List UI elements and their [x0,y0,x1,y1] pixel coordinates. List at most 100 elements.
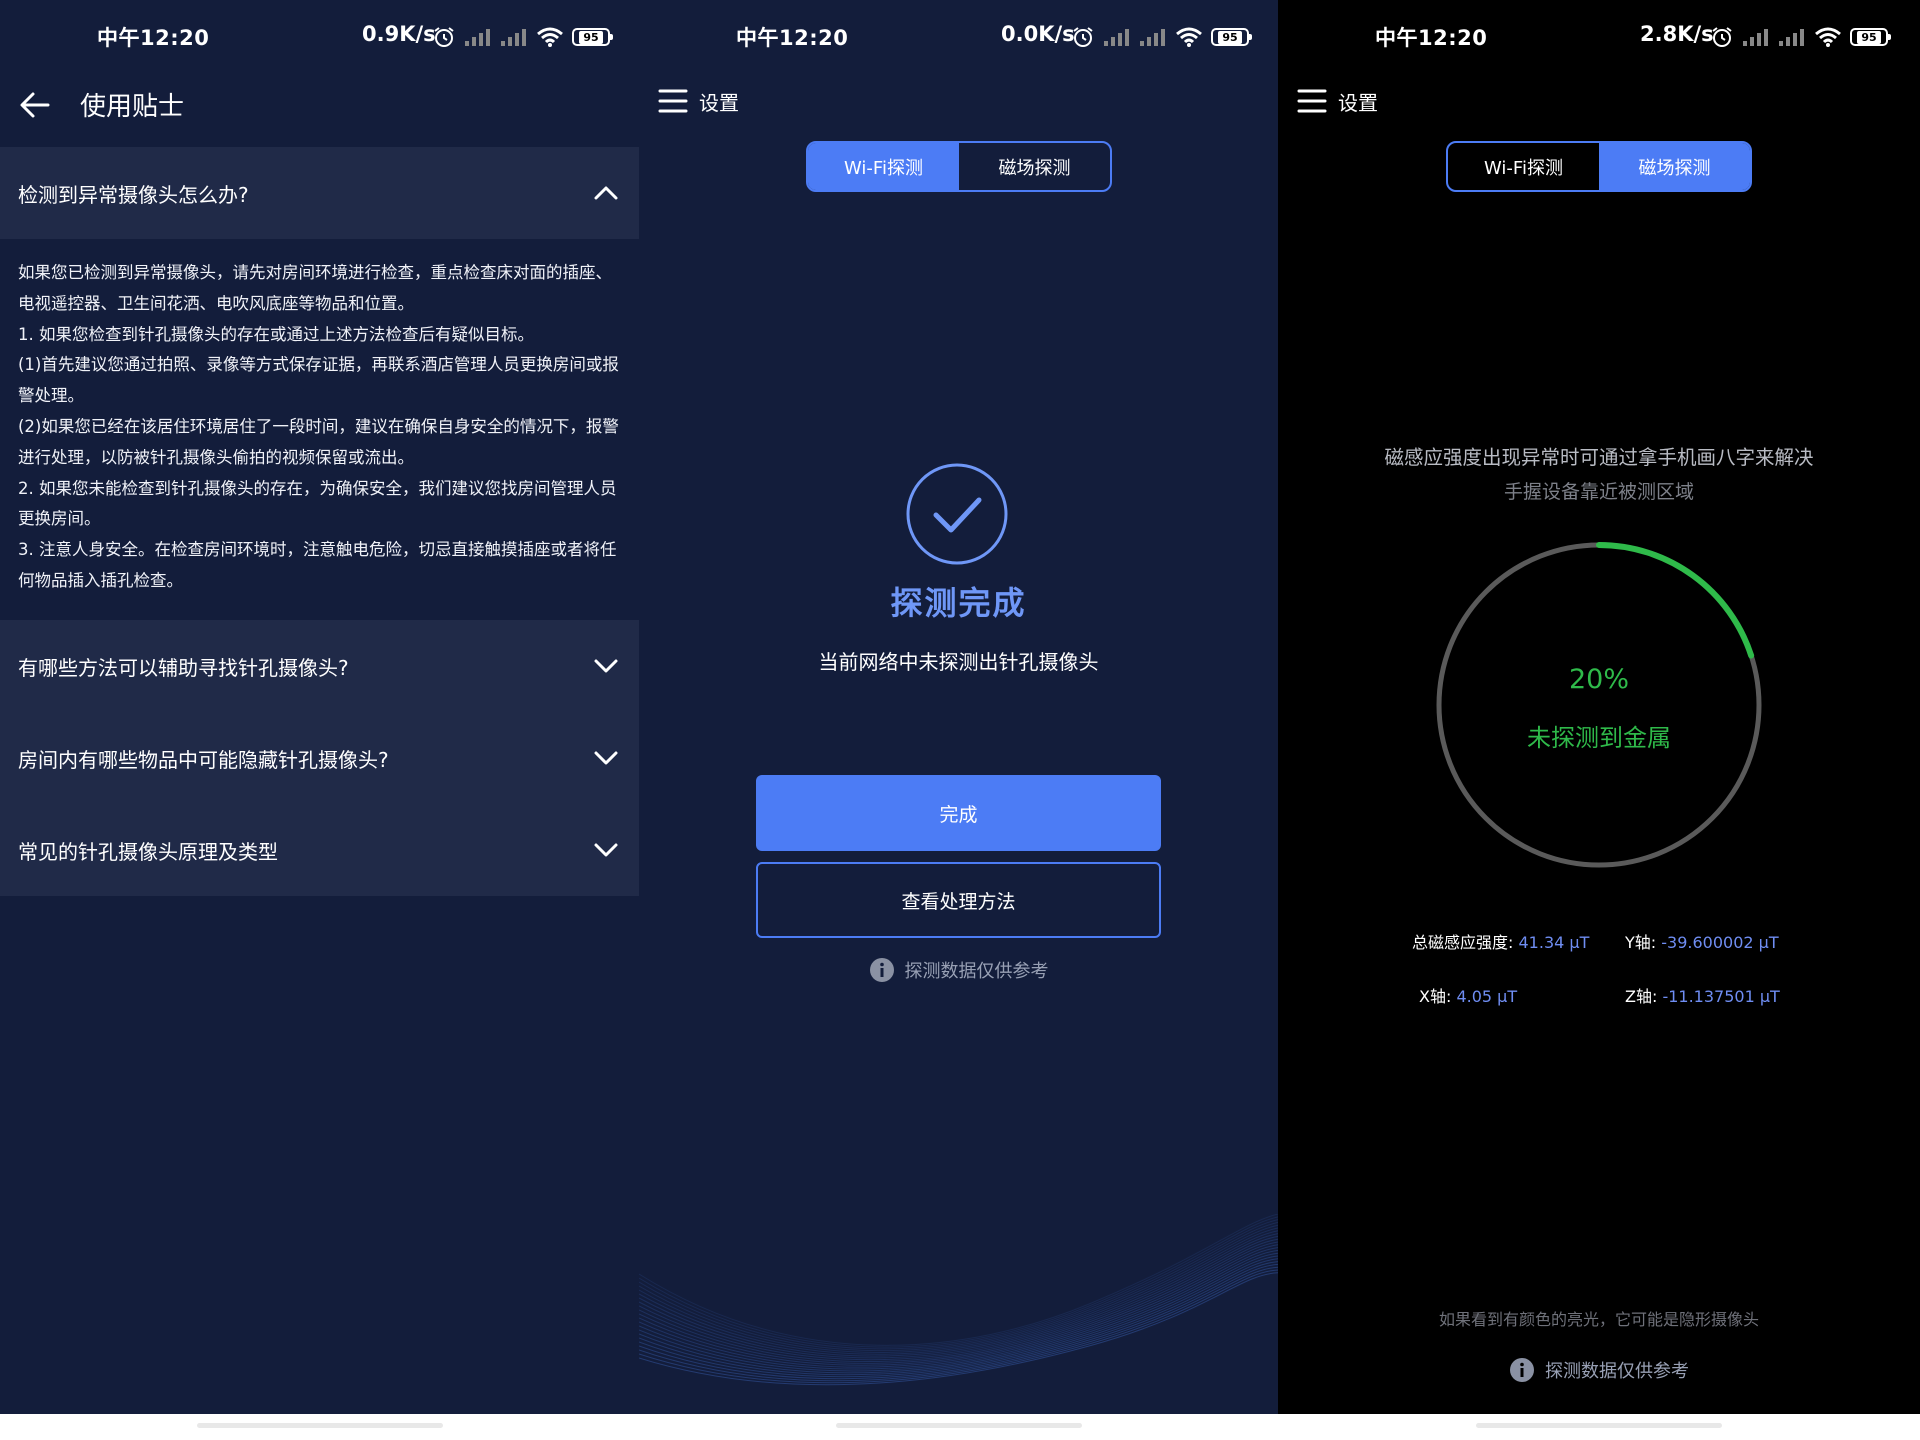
metal-status: 未探测到金属 [1527,724,1671,752]
check-circle-icon [906,463,1008,565]
settings-label[interactable]: 设置 [1338,87,1378,116]
chevron-down-icon[interactable] [591,651,621,681]
accordion-answer: 如果您已检测到异常摄像头，请先对房间环境进行检查，重点检查床对面的插座、电视遥控… [18,258,626,597]
tips-screen: 中午12:20 0.9K/s 95 使用贴士 检测到异常摄像头怎么办? 如果您已… [0,0,639,1440]
battery-level: 95 [1218,30,1242,44]
wifi-icon [1815,27,1841,47]
gauge-progress-arc [1596,542,1755,659]
chevron-down-icon[interactable] [591,743,621,773]
signal-icon-2 [1140,29,1165,46]
reading-label: 总磁感应强度: [1412,933,1514,952]
page-title: 使用贴士 [80,92,185,122]
accordion-item[interactable]: 房间内有哪些物品中可能隐藏针孔摄像头? [0,712,639,804]
status-icons: 95 [432,24,613,50]
disclaimer-row: 探测数据仅供参考 [639,957,1278,983]
alarm-icon [434,27,454,47]
signal-icon-2 [1779,29,1804,46]
alarm-icon [1712,27,1732,47]
disclaimer-text: 探测数据仅供参考 [904,961,1049,982]
battery-level: 95 [579,30,603,44]
y-axis-reading: Y轴: -39.600002 μT [1625,929,1779,953]
reading-label: Z轴: [1625,987,1658,1006]
tips-header: 使用贴士 [0,70,639,148]
signal-icon [1104,29,1129,46]
reading-label: X轴: [1419,987,1452,1006]
home-indicator[interactable] [835,1423,1082,1428]
chevron-up-icon[interactable] [591,178,621,208]
status-time: 中午12:20 [1375,26,1488,50]
answer-line: 如果您已检测到异常摄像头，请先对房间环境进行检查，重点检查床对面的插座、电视遥控… [18,263,612,313]
status-time: 中午12:20 [736,26,849,50]
network-speed: 2.8K/s [1640,22,1714,46]
settings-label[interactable]: 设置 [699,87,739,116]
magnetic-gauge [1436,542,1762,868]
answer-line: (1)首先建议您通过拍照、录像等方式保存证据，再联系酒店管理人员更换房间或报警处… [18,355,619,406]
camera-light-hint: 如果看到有颜色的亮光，它可能是隐形摄像头 [1438,1310,1759,1329]
detect-mode-tabs: Wi-Fi探测 磁场探测 [806,141,1112,192]
alarm-icon [1073,27,1093,47]
reading-label: Y轴: [1625,933,1657,952]
tab-magnetic-detect[interactable]: 磁场探测 [1599,143,1750,190]
status-icons: 95 [1071,24,1252,50]
battery-icon: 95 [572,28,613,46]
accordion-question: 检测到异常摄像头怎么办? [18,183,249,207]
status-icons: 95 [1710,24,1891,50]
reading-value: -39.600002 μT [1661,933,1779,952]
menu-icon[interactable] [1297,88,1327,114]
calibration-hint: 磁感应强度出现异常时可通过拿手机画八字来解决 [1384,446,1814,469]
status-bar: 中午12:20 2.8K/s 95 [1278,0,1920,70]
reading-value: 4.05 μT [1456,987,1518,1006]
magnetic-detect-screen: 中午12:20 2.8K/s 95 设置 Wi-Fi探测 磁场探测 磁感应强度出… [1278,0,1920,1440]
answer-line: 2. 如果您未能检查到针孔摄像头的存在，为确保安全，我们建议您找房间管理人员更换… [18,478,617,529]
status-time: 中午12:20 [97,26,210,50]
signal-icon [1743,29,1768,46]
done-button[interactable]: 完成 [756,775,1161,851]
result-title: 探测完成 [890,584,1027,622]
z-axis-reading: Z轴: -11.137501 μT [1625,983,1780,1007]
x-axis-reading: X轴: 4.05 μT [1419,983,1517,1007]
chevron-down-icon[interactable] [591,835,621,865]
network-speed: 0.9K/s [362,22,436,46]
disclaimer-text: 探测数据仅供参考 [1545,1361,1689,1382]
home-indicator[interactable] [1476,1423,1722,1428]
tab-magnetic-detect[interactable]: 磁场探测 [959,143,1110,190]
tab-wifi-detect[interactable]: Wi-Fi探测 [808,143,959,190]
wave-line [639,1266,1278,1382]
wave-line [639,1224,1278,1353]
battery-icon: 95 [1850,28,1891,46]
accordion-list: 有哪些方法可以辅助寻找针孔摄像头? 房间内有哪些物品中可能隐藏针孔摄像头? 常见… [0,620,639,896]
wifi-detect-screen: 中午12:20 0.0K/s 95 设置 Wi-Fi探测 磁场探测 探测完成 当… [639,0,1278,1440]
accordion-item[interactable]: 有哪些方法可以辅助寻找针孔摄像头? [0,620,639,712]
info-icon [869,958,894,982]
accordion-question: 有哪些方法可以辅助寻找针孔摄像头? [18,656,349,680]
signal-icon [465,29,490,46]
wave-line [639,1216,1278,1348]
battery-icon: 95 [1211,28,1252,46]
status-bar: 中午12:20 0.0K/s 95 [639,0,1278,70]
usage-hint: 手握设备靠近被测区域 [1503,481,1694,503]
info-icon [1510,1358,1534,1382]
home-indicator[interactable] [196,1423,443,1428]
signal-icon-2 [501,29,526,46]
wave-line [639,1219,1278,1350]
accordion-question: 房间内有哪些物品中可能隐藏针孔摄像头? [18,748,389,772]
menu-icon[interactable] [658,88,688,114]
accordion-question: 常见的针孔摄像头原理及类型 [18,840,278,864]
reading-value: 41.34 μT [1518,933,1590,952]
total-field-reading: 总磁感应强度: 41.34 μT [1412,929,1589,953]
result-subtitle: 当前网络中未探测出针孔摄像头 [818,650,1099,674]
view-method-button[interactable]: 查看处理方法 [756,862,1161,938]
network-speed: 0.0K/s [1001,22,1075,46]
answer-line: (2)如果您已经在该居住环境居住了一段时间，建议在确保自身安全的情况下，报警进行… [18,416,619,467]
accordion-item[interactable]: 常见的针孔摄像头原理及类型 [0,804,639,896]
reading-value: -11.137501 μT [1662,987,1780,1006]
back-arrow-icon[interactable] [18,88,52,122]
accordion-item-open[interactable]: 检测到异常摄像头怎么办? [0,147,639,239]
wave-decoration [639,1214,1278,1386]
disclaimer-row: 探测数据仅供参考 [1278,1357,1920,1383]
wifi-icon [537,27,563,47]
status-bar: 中午12:20 0.9K/s 95 [0,0,639,70]
tab-wifi-detect[interactable]: Wi-Fi探测 [1448,143,1599,190]
battery-level: 95 [1857,30,1881,44]
wifi-icon [1176,27,1202,47]
